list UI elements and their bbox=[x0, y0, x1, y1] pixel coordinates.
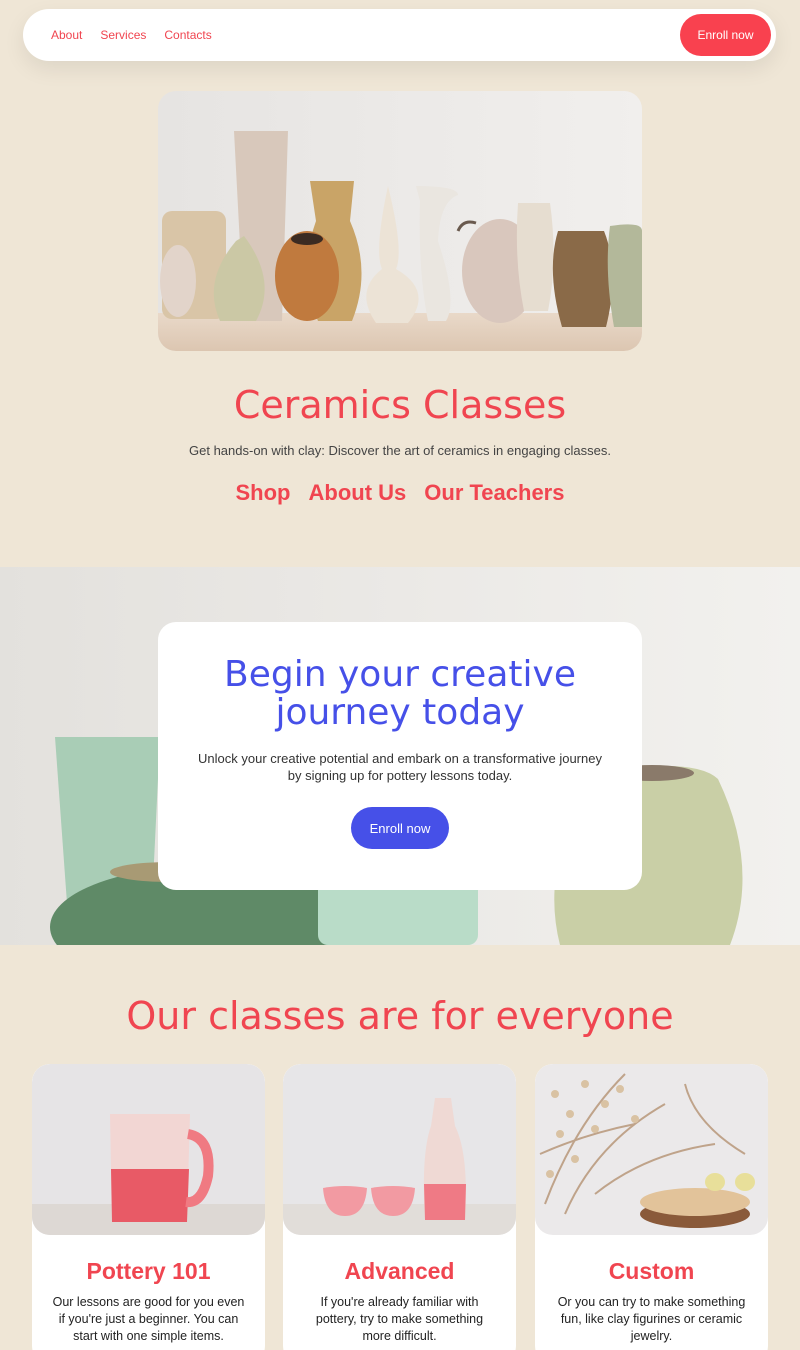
cta-title: Begin your creative journey today bbox=[158, 656, 642, 732]
nav-enroll-button[interactable]: Enroll now bbox=[680, 14, 771, 56]
class-card-text: Or you can try to make something fun, li… bbox=[557, 1295, 746, 1343]
hero-vases-image bbox=[158, 91, 642, 351]
pink-vase-cups-image bbox=[283, 1064, 516, 1235]
hero-link-about-us[interactable]: About Us bbox=[309, 480, 407, 506]
class-card-title: Pottery 101 bbox=[86, 1258, 211, 1284]
class-card-title: Custom bbox=[608, 1258, 695, 1284]
class-card-text: Our lessons are good for you even if you… bbox=[52, 1295, 245, 1343]
cta-description: Unlock your creative potential and embar… bbox=[198, 751, 602, 783]
clay-figurines-image bbox=[535, 1064, 768, 1235]
class-card-custom[interactable]: Custom Or you can try to make something … bbox=[535, 1064, 768, 1350]
class-card-text: If you're already familiar with pottery,… bbox=[315, 1295, 484, 1343]
top-navbar: About Services Contacts Enroll now bbox=[23, 9, 776, 61]
cta-title-line-1: Begin your creative bbox=[224, 654, 576, 695]
cta-enroll-button[interactable]: Enroll now bbox=[351, 807, 449, 849]
nav-link-about[interactable]: About bbox=[51, 28, 82, 42]
hero-subtitle: Get hands-on with clay: Discover the art… bbox=[189, 443, 611, 458]
cta-title-line-2: journey today bbox=[275, 692, 525, 733]
hero-link-our-teachers[interactable]: Our Teachers bbox=[424, 480, 564, 506]
cta-card: Begin your creative journey today Unlock… bbox=[158, 622, 642, 890]
classes-title: Our classes are for everyone bbox=[126, 994, 674, 1038]
nav-links: About Services Contacts bbox=[51, 9, 212, 61]
nav-link-contacts[interactable]: Contacts bbox=[164, 28, 211, 42]
class-card-advanced[interactable]: Advanced If you're already familiar with… bbox=[283, 1064, 516, 1350]
hero-link-shop[interactable]: Shop bbox=[236, 480, 291, 506]
nav-link-services[interactable]: Services bbox=[100, 28, 146, 42]
class-card-pottery-101[interactable]: Pottery 101 Our lessons are good for you… bbox=[32, 1064, 265, 1350]
pink-mug-image bbox=[32, 1064, 265, 1235]
class-card-title: Advanced bbox=[344, 1258, 455, 1284]
hero-title: Ceramics Classes bbox=[233, 383, 567, 427]
hero-links: Shop About Us Our Teachers bbox=[0, 480, 800, 506]
